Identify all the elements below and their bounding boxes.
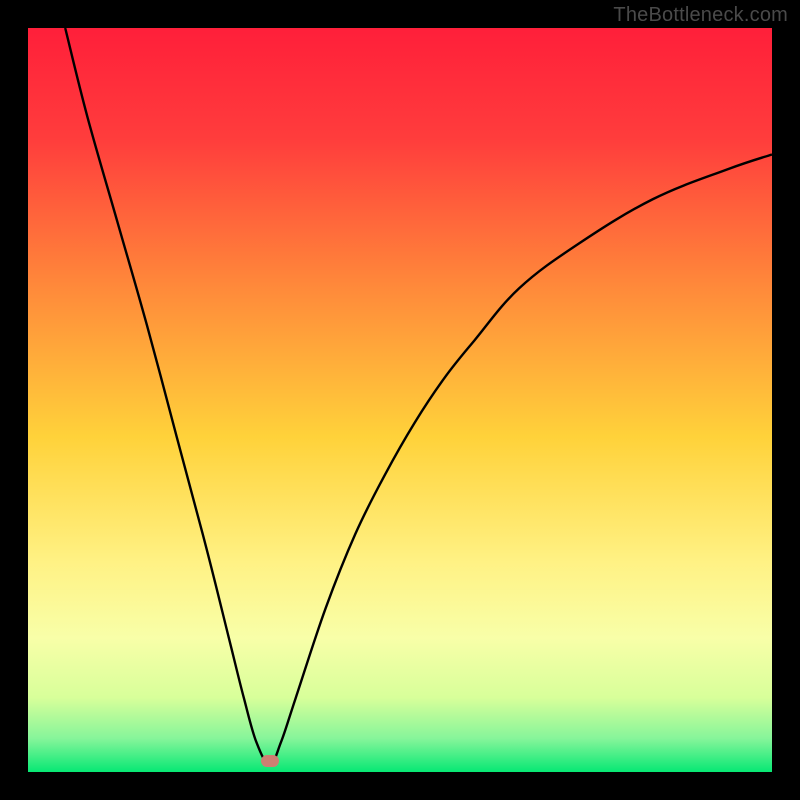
chart-svg: [28, 28, 772, 772]
watermark-text: TheBottleneck.com: [613, 4, 788, 27]
plot-area: [28, 28, 772, 772]
sweet-spot-marker: [261, 755, 279, 767]
chart-frame: TheBottleneck.com: [0, 0, 800, 800]
gradient-background: [28, 28, 772, 772]
